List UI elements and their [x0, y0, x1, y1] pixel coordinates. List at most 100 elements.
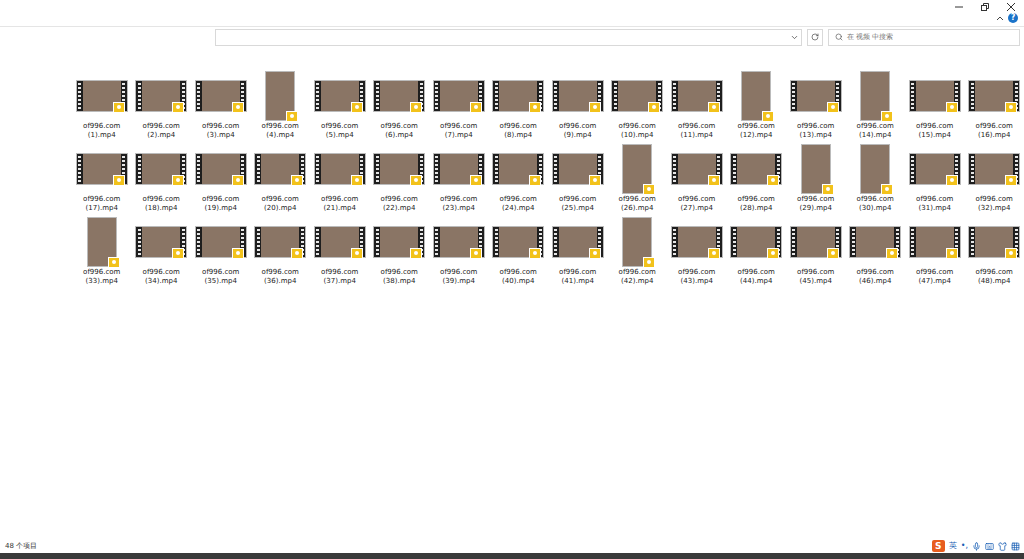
video-thumbnail: [791, 81, 841, 111]
file-item[interactable]: of996.com (43).mp4: [667, 217, 727, 286]
dropdown-icon[interactable]: [790, 33, 799, 42]
ime-punctuation[interactable]: •,: [961, 542, 968, 550]
file-item[interactable]: of996.com (42).mp4: [608, 217, 668, 286]
file-item[interactable]: of996.com (47).mp4: [905, 217, 965, 286]
ime-mode[interactable]: 英: [949, 542, 957, 550]
film-strip-icon: [316, 229, 319, 255]
ime-logo[interactable]: S: [932, 540, 945, 552]
film-strip-icon: [138, 83, 141, 109]
player-badge-icon: [351, 102, 363, 113]
file-item[interactable]: of996.com (29).mp4: [786, 144, 846, 213]
file-item[interactable]: of996.com (26).mp4: [608, 144, 668, 213]
file-item[interactable]: of996.com (10).mp4: [608, 71, 668, 140]
file-item[interactable]: of996.com (45).mp4: [786, 217, 846, 286]
file-item[interactable]: of996.com (48).mp4: [965, 217, 1024, 286]
file-item[interactable]: of996.com (34).mp4: [132, 217, 192, 286]
refresh-button[interactable]: [807, 29, 823, 46]
file-item[interactable]: of996.com (11).mp4: [667, 71, 727, 140]
film-strip-icon: [376, 83, 379, 109]
file-view: of996.com (1).mp4of996.com (2).mp4of996.…: [62, 47, 1024, 539]
close-button[interactable]: [998, 0, 1024, 13]
file-item[interactable]: of996.com (32).mp4: [965, 144, 1024, 213]
file-item[interactable]: of996.com (13).mp4: [786, 71, 846, 140]
file-item[interactable]: of996.com (9).mp4: [548, 71, 608, 140]
file-item[interactable]: of996.com (16).mp4: [965, 71, 1024, 140]
file-item[interactable]: of996.com (23).mp4: [429, 144, 489, 213]
file-item[interactable]: of996.com (6).mp4: [370, 71, 430, 140]
toolbox-icon[interactable]: [1011, 542, 1020, 551]
minimize-icon: [955, 3, 963, 11]
player-badge-icon: [708, 102, 720, 113]
file-item[interactable]: of996.com (37).mp4: [310, 217, 370, 286]
file-item[interactable]: of996.com (35).mp4: [191, 217, 251, 286]
video-thumbnail: [731, 227, 781, 257]
file-item[interactable]: of996.com (28).mp4: [727, 144, 787, 213]
minimize-button[interactable]: [946, 0, 972, 13]
keyboard-icon[interactable]: [985, 542, 994, 551]
player-badge-icon: [643, 184, 655, 195]
file-name: of996.com (38).mp4: [371, 268, 427, 286]
file-name: of996.com (26).mp4: [609, 195, 665, 213]
help-button[interactable]: ?: [1008, 13, 1018, 23]
file-item[interactable]: of996.com (25).mp4: [548, 144, 608, 213]
file-item[interactable]: of996.com (24).mp4: [489, 144, 549, 213]
file-item[interactable]: of996.com (44).mp4: [727, 217, 787, 286]
file-item[interactable]: of996.com (18).mp4: [132, 144, 192, 213]
file-item[interactable]: of996.com (19).mp4: [191, 144, 251, 213]
file-item[interactable]: of996.com (41).mp4: [548, 217, 608, 286]
file-item[interactable]: of996.com (1).mp4: [72, 71, 132, 140]
file-item[interactable]: of996.com (3).mp4: [191, 71, 251, 140]
file-item[interactable]: of996.com (20).mp4: [251, 144, 311, 213]
file-item[interactable]: of996.com (2).mp4: [132, 71, 192, 140]
file-name: of996.com (36).mp4: [252, 268, 308, 286]
file-item[interactable]: of996.com (12).mp4: [727, 71, 787, 140]
player-badge-icon: [232, 102, 244, 113]
file-item[interactable]: of996.com (22).mp4: [370, 144, 430, 213]
film-strip-icon: [911, 229, 914, 255]
player-badge-icon: [172, 102, 184, 113]
video-thumbnail: [374, 227, 424, 257]
file-name: of996.com (43).mp4: [669, 268, 725, 286]
restore-button[interactable]: [972, 0, 998, 13]
video-thumbnail: [255, 227, 305, 257]
player-badge-icon: [589, 102, 601, 113]
file-item[interactable]: of996.com (21).mp4: [310, 144, 370, 213]
file-item[interactable]: of996.com (5).mp4: [310, 71, 370, 140]
file-name: of996.com (40).mp4: [490, 268, 546, 286]
file-item[interactable]: of996.com (27).mp4: [667, 144, 727, 213]
file-item[interactable]: of996.com (39).mp4: [429, 217, 489, 286]
file-name: of996.com (35).mp4: [193, 268, 249, 286]
skin-icon[interactable]: [998, 542, 1007, 551]
file-name: of996.com (12).mp4: [728, 122, 784, 140]
player-badge-icon: [881, 184, 893, 195]
video-thumbnail: [861, 72, 889, 120]
player-badge-icon: [1005, 175, 1017, 186]
video-thumbnail: [315, 81, 365, 111]
file-item[interactable]: of996.com (8).mp4: [489, 71, 549, 140]
file-item[interactable]: of996.com (31).mp4: [905, 144, 965, 213]
film-strip-icon: [435, 83, 438, 109]
address-bar[interactable]: [215, 29, 802, 46]
file-item[interactable]: of996.com (17).mp4: [72, 144, 132, 213]
video-thumbnail: [742, 72, 770, 120]
file-item[interactable]: of996.com (7).mp4: [429, 71, 489, 140]
file-item[interactable]: of996.com (36).mp4: [251, 217, 311, 286]
player-badge-icon: [470, 175, 482, 186]
file-item[interactable]: of996.com (15).mp4: [905, 71, 965, 140]
file-item[interactable]: of996.com (40).mp4: [489, 217, 549, 286]
file-item[interactable]: of996.com (33).mp4: [72, 217, 132, 286]
search-box[interactable]: 在 视频 中搜索: [828, 29, 1020, 46]
file-item[interactable]: of996.com (14).mp4: [846, 71, 906, 140]
file-item[interactable]: of996.com (46).mp4: [846, 217, 906, 286]
player-badge-icon: [291, 175, 303, 186]
file-item[interactable]: of996.com (30).mp4: [846, 144, 906, 213]
microphone-icon[interactable]: [972, 542, 981, 551]
film-strip-icon: [673, 229, 676, 255]
collapse-ribbon-icon[interactable]: [996, 15, 1004, 21]
film-strip-icon: [316, 156, 319, 182]
file-name: of996.com (42).mp4: [609, 268, 665, 286]
film-strip-icon: [197, 83, 200, 109]
file-item[interactable]: of996.com (38).mp4: [370, 217, 430, 286]
file-item[interactable]: of996.com (4).mp4: [251, 71, 311, 140]
player-badge-icon: [410, 248, 422, 259]
